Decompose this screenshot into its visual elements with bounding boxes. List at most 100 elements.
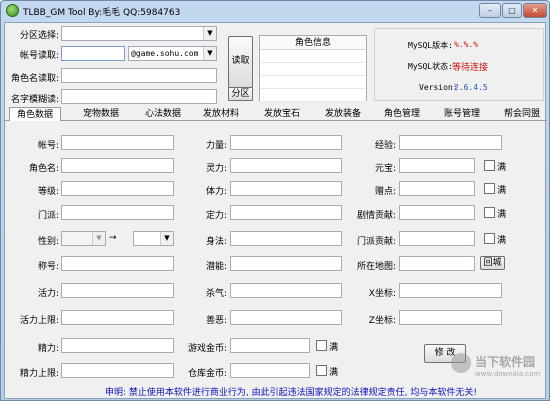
- sect-field[interactable]: [61, 205, 174, 220]
- bank-gold-full-checkbox[interactable]: [316, 365, 327, 376]
- spirit-field[interactable]: [230, 158, 342, 173]
- tab-give-equipment[interactable]: 发放装备: [317, 107, 369, 121]
- karma-field[interactable]: [230, 310, 342, 325]
- role-name-field-label: 角色名:: [28, 164, 59, 174]
- energy-max-field-label: 精力上限:: [19, 369, 59, 379]
- sect-contribution-field[interactable]: [399, 231, 475, 246]
- map-field-label: 所在地图:: [356, 262, 396, 272]
- z-coord-field[interactable]: [399, 310, 502, 325]
- window-title: TLBB_GM Tool By:毛毛 QQ:5984763: [23, 8, 181, 18]
- account-field[interactable]: [61, 135, 174, 150]
- game-gold-full-label: 满: [329, 343, 339, 353]
- account-input[interactable]: [61, 46, 125, 61]
- kill-intent-field[interactable]: [230, 283, 342, 298]
- watermark-brand: 当下软件园: [475, 355, 536, 369]
- tab-give-material[interactable]: 发放材料: [195, 107, 247, 121]
- energy-max-field[interactable]: [61, 363, 174, 378]
- yuanbao-field[interactable]: [399, 158, 475, 173]
- server-select[interactable]: ▼: [61, 26, 217, 41]
- sect-contribution-full-label: 满: [497, 236, 507, 246]
- focus-field-label: 定力:: [205, 211, 227, 221]
- footer-notice: 申明: 禁止使用本软件进行商业行为, 由此引起违法国家规定的法律规定责任, 均与…: [105, 388, 477, 398]
- rolename-label: 角色名读取:: [10, 74, 59, 84]
- map-field[interactable]: [399, 256, 475, 271]
- vigor-field[interactable]: [61, 283, 174, 298]
- strength-field-label: 力量:: [205, 141, 227, 151]
- story-contribution-field[interactable]: [399, 205, 475, 220]
- story-contribution-field-label: 剧情贡献:: [356, 211, 396, 221]
- x-coord-field[interactable]: [399, 283, 502, 298]
- gift-points-full-checkbox[interactable]: [484, 183, 495, 194]
- roleinfo-list[interactable]: 角色信息: [259, 35, 367, 102]
- chevron-down-icon: ▼: [203, 27, 216, 40]
- chevron-down-icon: ▼: [203, 47, 216, 60]
- game-gold-field[interactable]: [230, 338, 310, 353]
- minimize-button[interactable]: –: [479, 3, 501, 18]
- mysql-version-label: MySQL版本:: [408, 41, 453, 50]
- mysql-version-value: %.%.%: [454, 40, 479, 49]
- roleinfo-header: 角色信息: [260, 36, 366, 50]
- kill-intent-field-label: 杀气:: [205, 289, 227, 299]
- close-button[interactable]: ✕: [523, 3, 547, 18]
- bank-gold-field-label: 仓库金币:: [187, 369, 227, 379]
- agility-field[interactable]: [230, 231, 342, 246]
- level-field-label: 等级:: [37, 187, 59, 197]
- story-contribution-full-label: 满: [497, 210, 507, 220]
- tab-pet-data[interactable]: 宠物数据: [75, 107, 127, 121]
- exp-field-label: 经验:: [374, 141, 396, 151]
- potential-field[interactable]: [230, 256, 342, 271]
- gift-points-field[interactable]: [399, 181, 475, 196]
- app-icon: [6, 4, 19, 17]
- stamina-field[interactable]: [230, 181, 342, 196]
- gender-current-select[interactable]: ▼: [61, 231, 106, 246]
- bank-gold-field[interactable]: [230, 363, 310, 378]
- rolename-input[interactable]: [61, 68, 217, 83]
- energy-field[interactable]: [61, 338, 174, 353]
- account-field-label: 帐号:: [37, 141, 59, 151]
- z-coord-field-label: Z坐标:: [368, 316, 396, 326]
- strength-field[interactable]: [230, 135, 342, 150]
- agility-field-label: 身法:: [205, 237, 227, 247]
- zone-button[interactable]: 分区: [228, 87, 253, 101]
- tab-role-data[interactable]: 角色数据: [9, 107, 61, 121]
- mysql-status-value: 等待连接: [452, 63, 489, 73]
- read-button[interactable]: 读取: [228, 36, 253, 88]
- mysql-status-label: MySQL状态:: [408, 62, 453, 71]
- x-coord-field-label: X坐标:: [368, 289, 396, 299]
- tab-guild-alliance[interactable]: 帮会同盟: [496, 107, 548, 121]
- vigor-field-label: 活力:: [37, 289, 59, 299]
- tab-role-manage[interactable]: 角色管理: [376, 107, 428, 121]
- app-window: TLBB_GM Tool By:毛毛 QQ:5984763 – □ ✕ 分区选择…: [0, 0, 550, 401]
- yuanbao-full-label: 满: [497, 163, 507, 173]
- title-bar[interactable]: TLBB_GM Tool By:毛毛 QQ:5984763 – □ ✕: [1, 1, 549, 21]
- server-label: 分区选择:: [19, 31, 59, 41]
- yuanbao-full-checkbox[interactable]: [484, 160, 495, 171]
- account-label: 帐号读取:: [19, 51, 59, 61]
- exp-field[interactable]: [399, 135, 502, 150]
- story-contribution-full-checkbox[interactable]: [484, 207, 495, 218]
- game-gold-field-label: 游戏金币:: [187, 344, 227, 354]
- tab-xinfa-data[interactable]: 心法数据: [137, 107, 189, 121]
- sect-contribution-full-checkbox[interactable]: [484, 233, 495, 244]
- email-domain-select[interactable]: @game.sohu.com ▼: [128, 46, 217, 61]
- focus-field[interactable]: [230, 205, 342, 220]
- return-city-button[interactable]: 回城: [480, 256, 505, 270]
- tab-account-manage[interactable]: 账号管理: [436, 107, 488, 121]
- tab-give-gem[interactable]: 发放宝石: [256, 107, 308, 121]
- level-field[interactable]: [61, 181, 174, 196]
- vigor-max-field[interactable]: [61, 310, 174, 325]
- gift-points-full-label: 满: [497, 186, 507, 196]
- watermark-logo-icon: [451, 353, 471, 373]
- version-value: 2.6.4.5: [454, 83, 488, 92]
- gift-points-field-label: 赠点:: [374, 187, 396, 197]
- fuzzy-name-input[interactable]: [61, 89, 217, 104]
- vigor-max-field-label: 活力上限:: [19, 316, 59, 326]
- maximize-button[interactable]: □: [502, 3, 522, 18]
- role-name-field[interactable]: [61, 158, 174, 173]
- fuzzy-name-label: 名字模糊读:: [10, 95, 59, 105]
- title-field[interactable]: [61, 256, 174, 271]
- title-field-label: 称号:: [37, 262, 59, 272]
- game-gold-full-checkbox[interactable]: [316, 340, 327, 351]
- bank-gold-full-label: 满: [329, 368, 339, 378]
- gender-new-select[interactable]: ▼: [133, 231, 174, 246]
